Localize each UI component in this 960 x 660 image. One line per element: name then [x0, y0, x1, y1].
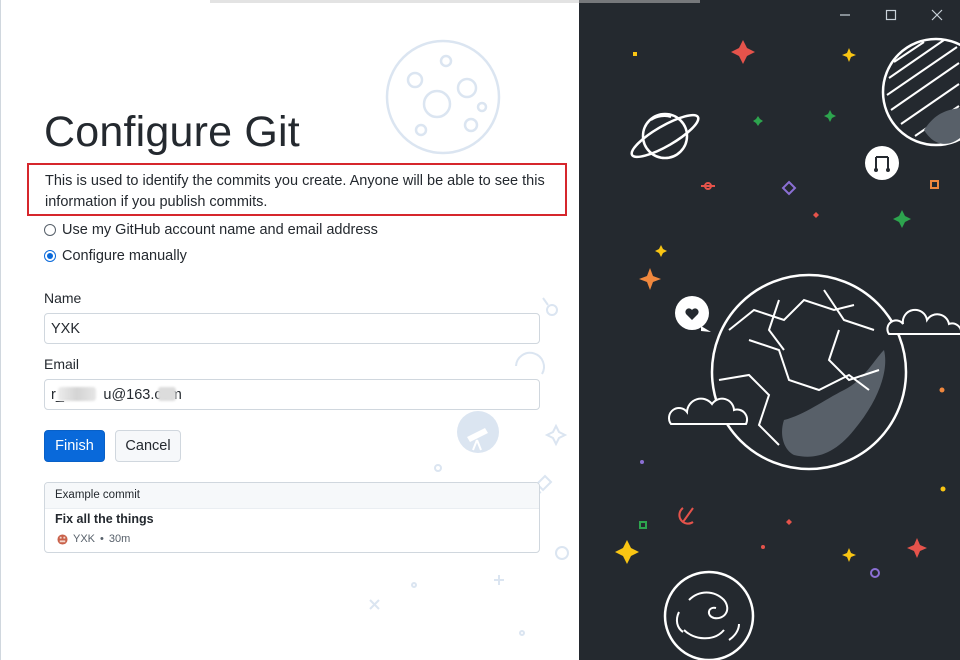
page-title: Configure Git [44, 108, 300, 156]
minimize-button[interactable] [822, 0, 868, 30]
option-label: Use my GitHub account name and email add… [62, 222, 378, 238]
space-illustration [615, 37, 960, 660]
configure-git-window: Configure Git This is used to identify t… [0, 0, 960, 660]
saturn-illustration [630, 112, 700, 160]
name-label: Name [44, 290, 82, 306]
commit-time: 30m [108, 533, 131, 545]
radio-button-unchecked[interactable] [44, 224, 56, 236]
intro-description: This is used to identify the commits you… [45, 173, 545, 210]
close-button[interactable] [914, 0, 960, 30]
email-redaction-mark [158, 387, 176, 401]
close-icon [931, 9, 943, 21]
commit-meta: YXK • 30m [57, 533, 130, 545]
intro-highlight-box: This is used to identify the commits you… [27, 163, 567, 216]
example-commit-header: Example commit [45, 483, 539, 509]
swirl-planet-illustration [663, 570, 755, 660]
left-panel: Configure Git This is used to identify t… [0, 0, 579, 660]
heart-badge-illustration [675, 296, 711, 332]
avatar-icon [57, 533, 68, 545]
sparkles-illustration [369, 297, 569, 636]
example-commit-card: Example commit Fix all the things YXK • … [44, 482, 540, 553]
commit-author: YXK [73, 533, 96, 545]
commit-summary: Fix all the things [55, 512, 154, 526]
space-illustration-panel [579, 0, 960, 660]
email-label: Email [44, 356, 80, 372]
pull-request-badge-illustration [865, 146, 899, 180]
earth-illustration [710, 273, 908, 471]
option-use-github-account[interactable]: Use my GitHub account name and email add… [44, 222, 378, 238]
moon-illustration [385, 39, 501, 155]
minimize-icon [840, 14, 850, 16]
name-input[interactable] [44, 313, 540, 344]
option-label: Configure manually [62, 248, 187, 264]
window-controls [822, 0, 960, 30]
striped-planet-illustration [881, 37, 960, 147]
meta-separator: • [100, 533, 104, 545]
radio-button-checked[interactable] [44, 250, 56, 262]
telescope-illustration [457, 411, 499, 453]
maximize-button[interactable] [868, 0, 914, 30]
cancel-button[interactable]: Cancel [115, 430, 181, 462]
option-configure-manually[interactable]: Configure manually [44, 248, 187, 264]
window-top-edge [210, 0, 700, 4]
maximize-icon [885, 9, 897, 21]
email-redaction-mark [58, 387, 96, 401]
finish-button[interactable]: Finish [44, 430, 105, 462]
email-input[interactable] [44, 379, 540, 410]
